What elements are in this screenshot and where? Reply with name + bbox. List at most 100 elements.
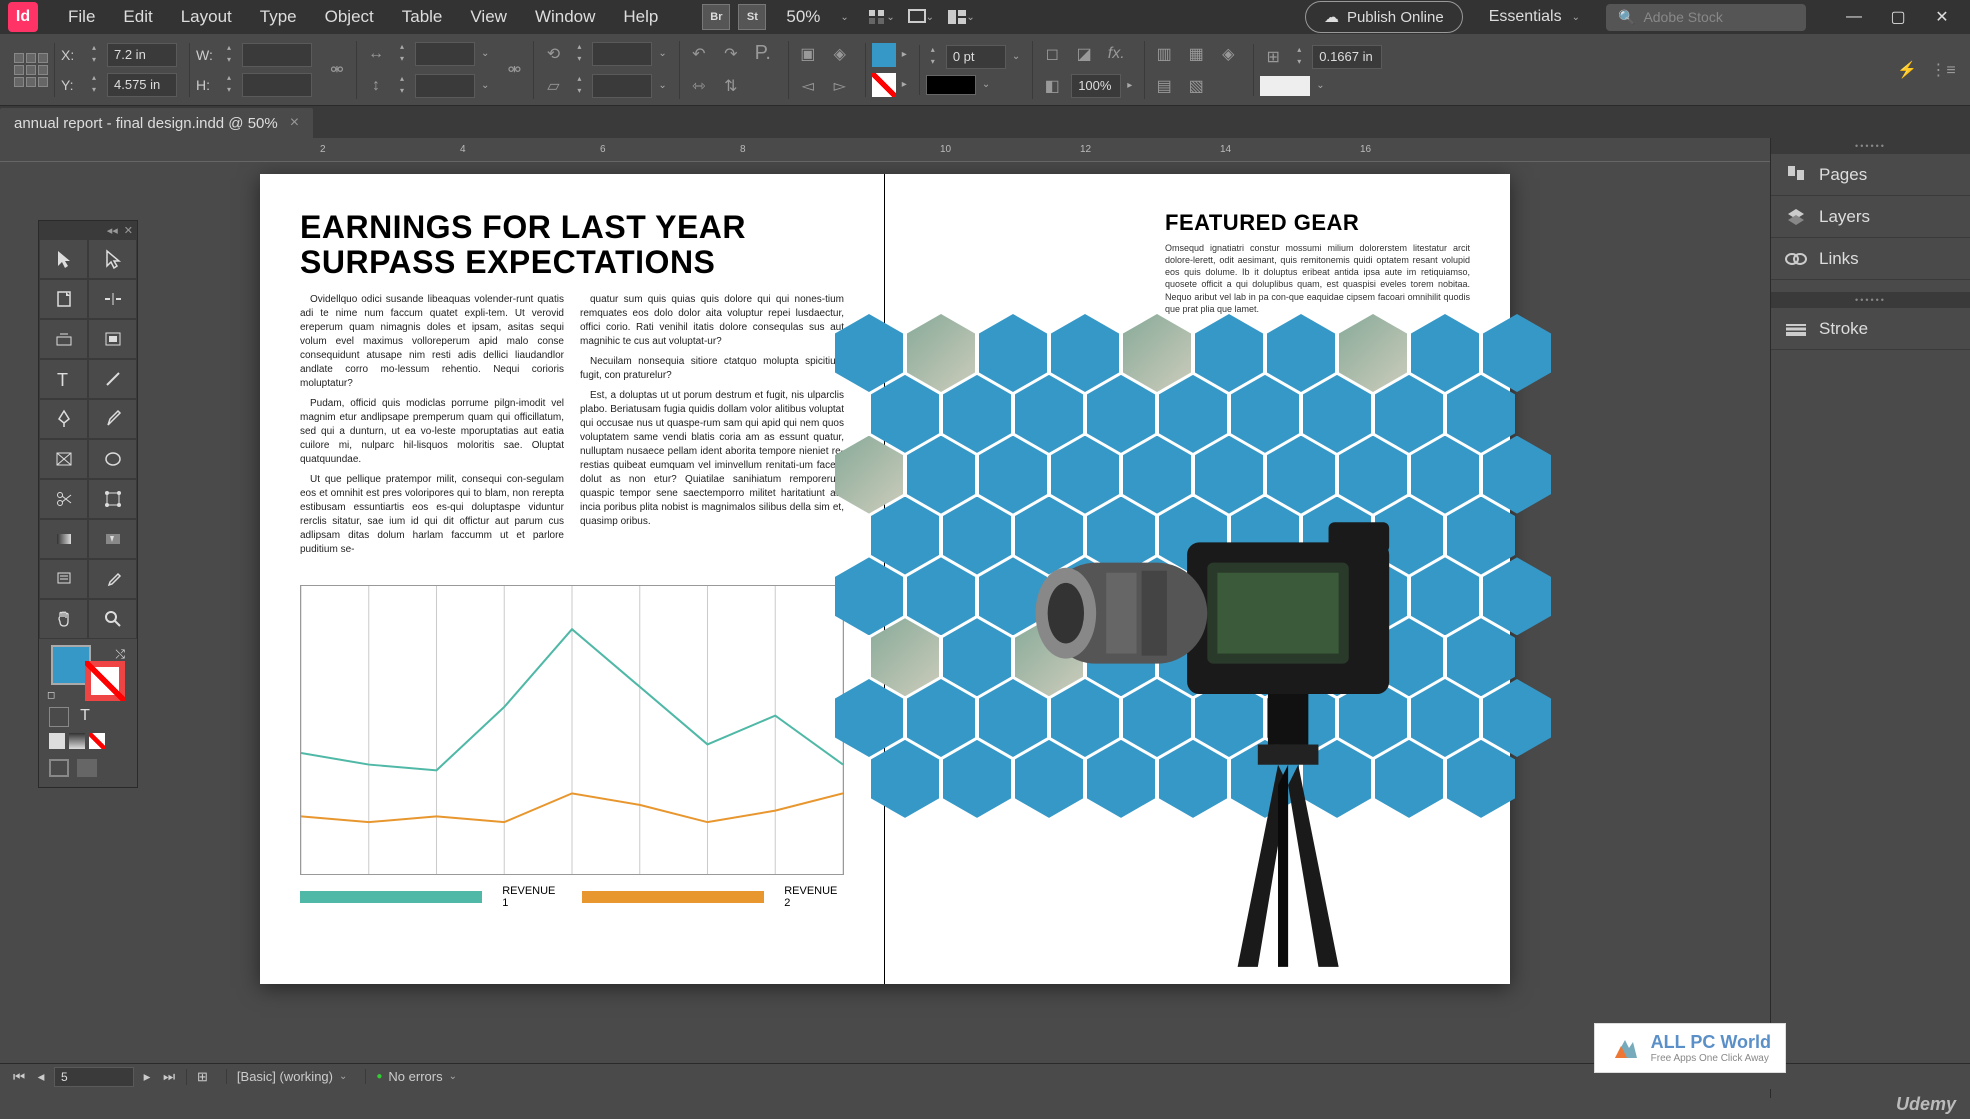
apply-gradient-icon[interactable] [69, 733, 85, 749]
page-tool[interactable] [39, 279, 88, 319]
preflight-preset[interactable]: [Basic] (working)⌄ [226, 1069, 357, 1084]
normal-view-icon[interactable] [49, 759, 69, 777]
tools-collapse-icon[interactable]: ◂◂ [107, 224, 118, 237]
stock-search-input[interactable]: 🔍 Adobe Stock [1606, 4, 1806, 31]
next-page-button[interactable]: ▸ [138, 1069, 156, 1085]
zoom-tool[interactable] [88, 599, 137, 639]
app-icon[interactable]: Id [8, 2, 38, 32]
preview-view-icon[interactable] [77, 759, 97, 777]
ellipse-tool[interactable] [88, 439, 137, 479]
eyedropper-tool[interactable] [88, 559, 137, 599]
stroke-swatch[interactable] [872, 73, 896, 97]
pages-panel-button[interactable]: Pages [1771, 154, 1970, 196]
constrain-icon[interactable]: ⚮ [324, 57, 350, 83]
stroke-panel-button[interactable]: Stroke [1771, 308, 1970, 350]
shear-icon[interactable]: ▱ [540, 73, 566, 99]
fill-swatch[interactable] [872, 43, 896, 67]
y-input[interactable] [107, 73, 177, 97]
x-input[interactable] [107, 43, 177, 67]
workspace-switcher[interactable]: Essentials ⌄ [1471, 8, 1598, 26]
stroke-weight-input[interactable] [946, 45, 1006, 69]
note-tool[interactable] [39, 559, 88, 599]
type-tool[interactable]: T [39, 359, 88, 399]
rotate-input[interactable] [592, 42, 652, 66]
rotate-ccw-icon[interactable]: ↶ [686, 41, 712, 67]
canvas[interactable]: EARNINGS FOR LAST YEAR SURPASS EXPECTATI… [0, 162, 1770, 1098]
stroke-style-swatch[interactable] [926, 75, 976, 95]
scale-x-icon[interactable]: ↔ [363, 41, 389, 67]
opacity-input[interactable] [1071, 74, 1121, 98]
select-next-icon[interactable]: ▻ [827, 73, 853, 99]
direct-selection-tool[interactable] [88, 239, 137, 279]
stock-icon[interactable]: St [738, 4, 766, 30]
text-wrap-bbox-icon[interactable]: ▦ [1183, 41, 1209, 67]
free-transform-tool[interactable] [88, 479, 137, 519]
fx-icon[interactable]: fx. [1103, 41, 1129, 67]
opacity-icon[interactable]: ◧ [1039, 73, 1065, 99]
apply-color-icon[interactable] [49, 733, 65, 749]
document-tab[interactable]: annual report - final design.indd @ 50% … [0, 108, 313, 138]
zoom-dropdown[interactable]: 50% ⌄ [786, 7, 848, 27]
stroke-menu-icon[interactable]: ▸ [902, 79, 907, 90]
formatting-text-icon[interactable]: T [75, 707, 95, 727]
pen-tool[interactable] [39, 399, 88, 439]
publish-online-button[interactable]: ☁ Publish Online [1305, 1, 1463, 33]
w-input[interactable] [242, 43, 312, 67]
rotate-cw-icon[interactable]: ↷ [718, 41, 744, 67]
view-options-icon[interactable]: ⌄ [867, 5, 895, 29]
page-left[interactable]: EARNINGS FOR LAST YEAR SURPASS EXPECTATI… [260, 174, 885, 984]
scale-y-input[interactable] [415, 74, 475, 98]
minimize-button[interactable]: — [1834, 5, 1874, 29]
text-wrap-none-icon[interactable]: ▥ [1151, 41, 1177, 67]
text-wrap-column-icon[interactable]: ▧ [1183, 73, 1209, 99]
text-wrap-shape-icon[interactable]: ◈ [1215, 41, 1241, 67]
menu-help[interactable]: Help [609, 1, 672, 33]
rotate-icon[interactable]: ⟲ [540, 41, 566, 67]
content-collector-tool[interactable] [39, 319, 88, 359]
menu-window[interactable]: Window [521, 1, 609, 33]
menu-edit[interactable]: Edit [109, 1, 166, 33]
arrange-icon[interactable]: ⌄ [947, 5, 975, 29]
quick-apply-icon[interactable]: ⚡ [1894, 57, 1920, 83]
gap-tool[interactable] [88, 279, 137, 319]
hand-tool[interactable] [39, 599, 88, 639]
open-nav-icon[interactable]: ⊞ [197, 1069, 208, 1085]
menu-file[interactable]: File [54, 1, 109, 33]
apply-none-icon[interactable] [89, 733, 105, 749]
panel-menu-icon[interactable]: ⋮≡ [1930, 57, 1956, 83]
gradient-feather-tool[interactable] [88, 519, 137, 559]
layers-panel-button[interactable]: Layers [1771, 196, 1970, 238]
flip-v-icon[interactable]: ⇅ [718, 73, 744, 99]
menu-table[interactable]: Table [388, 1, 457, 33]
fill-menu-icon[interactable]: ▸ [902, 49, 907, 60]
gradient-swatch-tool[interactable] [39, 519, 88, 559]
line-tool[interactable] [88, 359, 137, 399]
pencil-tool[interactable] [88, 399, 137, 439]
close-tab-icon[interactable]: × [290, 114, 299, 132]
horizontal-ruler[interactable]: 2468 10121416 [0, 138, 1770, 162]
drop-shadow-icon[interactable]: ◪ [1071, 41, 1097, 67]
select-container-icon[interactable]: ▣ [795, 41, 821, 67]
gap-input[interactable] [1312, 45, 1382, 69]
screen-mode-icon[interactable]: ⌄ [907, 5, 935, 29]
constrain-scale-icon[interactable]: ⚮ [501, 57, 527, 83]
swap-colors-icon[interactable]: ⤭ [115, 647, 125, 662]
stroke-color-swatch[interactable] [85, 661, 125, 701]
page-field[interactable] [54, 1067, 134, 1087]
select-prev-icon[interactable]: ◅ [795, 73, 821, 99]
corner-options-icon[interactable]: ◻ [1039, 41, 1065, 67]
page-right[interactable]: FEATURED GEAR Omsequd ignatiatri constur… [885, 174, 1510, 984]
paper-swatch[interactable] [1260, 76, 1310, 96]
formatting-container-icon[interactable] [49, 707, 69, 727]
content-placer-tool[interactable] [88, 319, 137, 359]
text-wrap-jump-icon[interactable]: ▤ [1151, 73, 1177, 99]
select-content-icon[interactable]: ◈ [827, 41, 853, 67]
shear-input[interactable] [592, 74, 652, 98]
close-button[interactable]: ✕ [1922, 5, 1962, 29]
char-panel-icon[interactable]: P. [750, 41, 776, 67]
h-input[interactable] [242, 73, 312, 97]
first-page-button[interactable]: ⏮ [10, 1069, 28, 1085]
default-colors-icon[interactable]: ◻ [47, 690, 55, 701]
scale-x-input[interactable] [415, 42, 475, 66]
last-page-button[interactable]: ⏭ [160, 1069, 178, 1085]
